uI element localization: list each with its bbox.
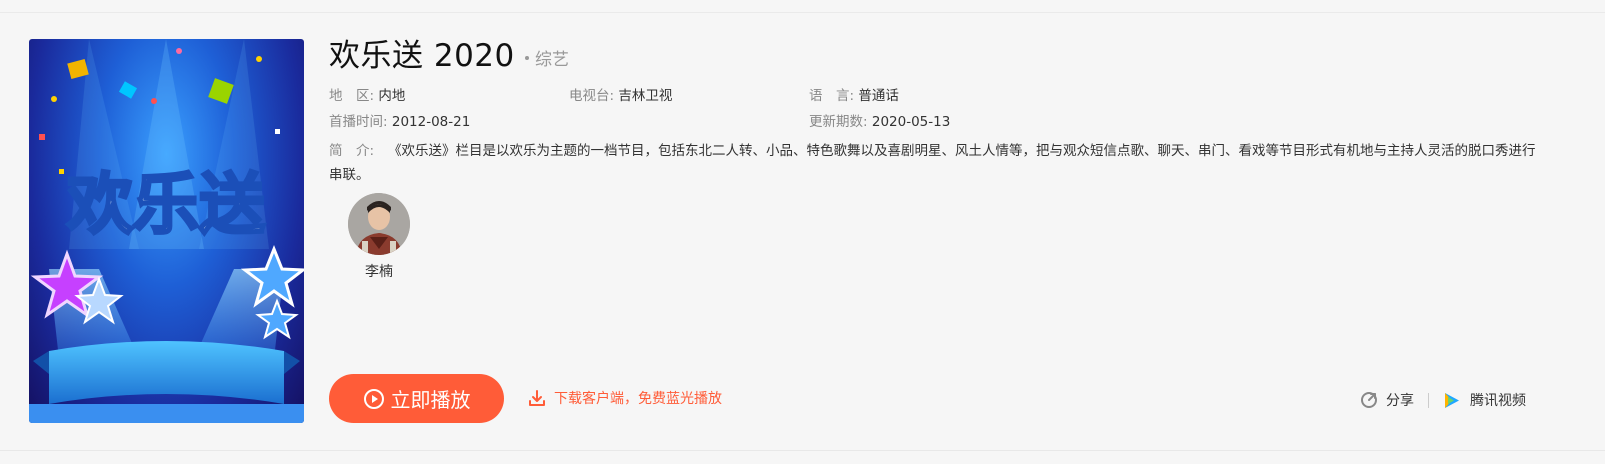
genre-tag[interactable]: 综艺 [525,49,569,71]
bullet-dot-icon [525,56,529,60]
show-title: 欢乐送 2020 [329,38,515,74]
description-text: 《欢乐送》栏目是以欢乐为主题的一档节目，包括东北二人转、小品、特色歌舞以及喜剧明… [329,143,1536,183]
share-label: 分享 [1386,393,1414,409]
genre-label: 综艺 [535,50,569,70]
avatar[interactable] [348,193,410,255]
language-label: 语 言: [809,88,855,104]
update-value: 2020-05-13 [871,114,951,130]
top-divider [0,12,1605,13]
tencent-video-icon [1445,392,1459,408]
download-icon [529,390,545,406]
poster-title-text: 欢乐送 [66,166,265,243]
share-icon [1361,392,1377,408]
show-detail-page: 欢乐送 欢乐送 2020 综艺 地 区: 内地 电视台: 吉林卫视 语 言: 普… [0,0,1605,464]
channel-field: 电视台: 吉林卫视 [569,86,672,106]
premiere-label: 首播时间: [329,114,388,130]
region-label: 地 区: [329,88,375,104]
region-field: 地 区: 内地 [329,86,405,106]
language-value: 普通话 [858,88,899,104]
premiere-field: 首播时间: 2012-08-21 [329,112,470,132]
update-label: 更新期数: [809,114,868,130]
play-now-button[interactable]: 立即播放 [329,374,504,423]
language-field: 语 言: 普通话 [809,86,899,106]
channel-label: 电视台: [569,88,615,104]
tencent-video-label: 腾讯视频 [1470,393,1526,409]
action-separator [1428,393,1429,408]
share-button[interactable]: 分享 [1360,390,1414,410]
description-label: 简 介: [329,143,375,159]
cast-member[interactable]: 李楠 [347,193,411,281]
update-field: 更新期数: 2020-05-13 [809,112,950,132]
cast-name[interactable]: 李楠 [347,263,411,281]
description: 简 介: 《欢乐送》栏目是以欢乐为主题的一档节目，包括东北二人转、小品、特色歌舞以… [329,139,1539,187]
play-circle-icon [363,388,384,409]
premiere-value: 2012-08-21 [391,114,471,130]
region-value: 内地 [378,88,406,104]
bottom-divider [0,450,1605,451]
play-now-label: 立即播放 [390,388,471,412]
poster-artwork: 欢乐送 [29,39,304,423]
tencent-video-link[interactable]: 腾讯视频 [1442,390,1526,410]
channel-value: 吉林卫视 [618,88,673,104]
download-client-label: 下载客户端，免费蓝光播放 [554,391,722,407]
avatar-image [348,193,410,255]
download-client-link[interactable]: 下载客户端，免费蓝光播放 [528,388,722,408]
show-poster[interactable]: 欢乐送 [29,39,304,423]
